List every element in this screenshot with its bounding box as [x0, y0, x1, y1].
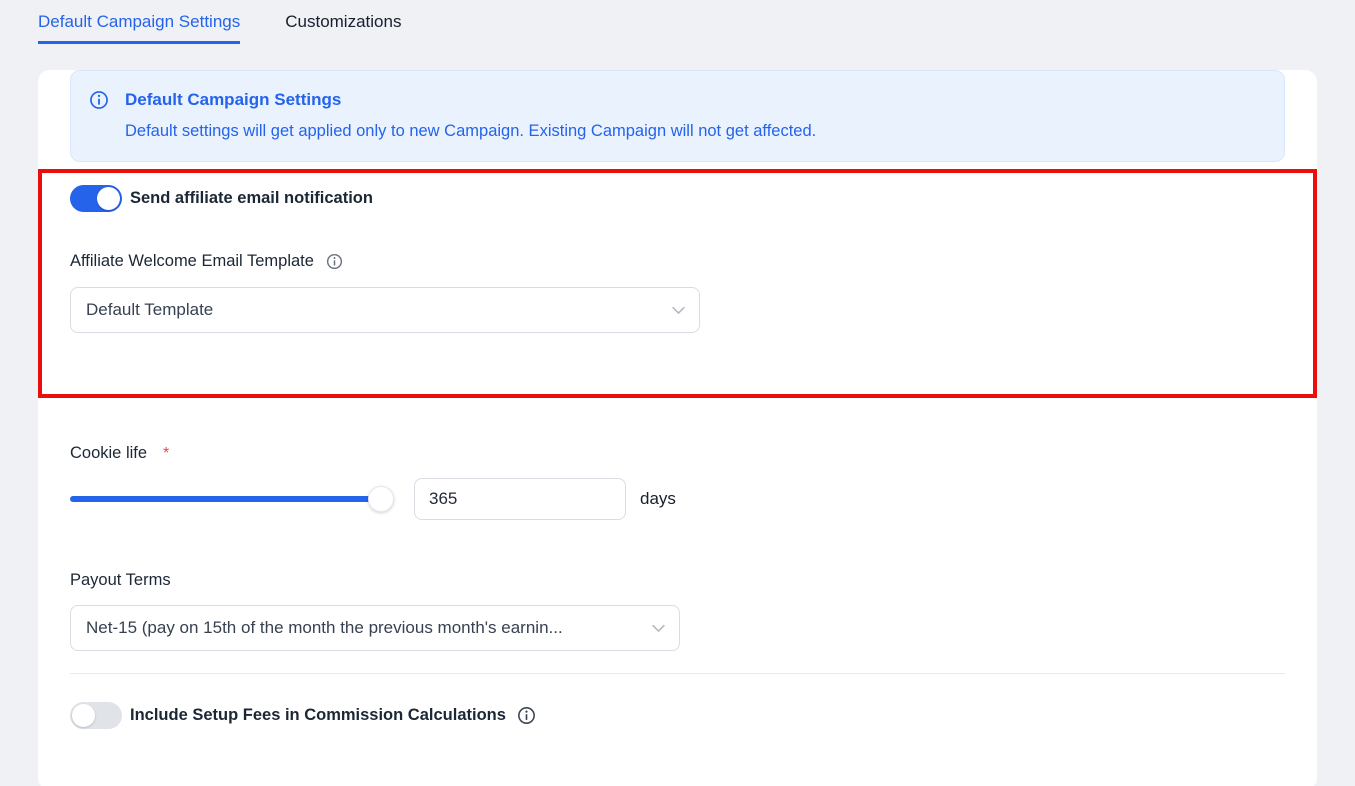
payout-terms-label-row: Payout Terms: [70, 571, 1285, 590]
banner-title: Default Campaign Settings: [125, 90, 341, 110]
template-field-label-row: Affiliate Welcome Email Template: [70, 252, 1285, 271]
setup-fees-toggle-label: Include Setup Fees in Commission Calcula…: [130, 706, 506, 725]
setup-fees-toggle-row: Include Setup Fees in Commission Calcula…: [70, 702, 1285, 729]
setup-fees-toggle[interactable]: [70, 702, 122, 729]
settings-page: Default Campaign Settings Customizations…: [0, 0, 1355, 786]
highlighted-region: Send affiliate email notification Affili…: [38, 169, 1317, 398]
cookie-life-label: Cookie life: [70, 444, 147, 463]
chevron-down-icon: [652, 624, 665, 633]
tab-default-campaign-settings[interactable]: Default Campaign Settings: [38, 12, 240, 44]
cookie-life-label-row: Cookie life *: [70, 444, 1285, 463]
info-banner: Default Campaign Settings Default settin…: [70, 70, 1285, 162]
info-banner-header: Default Campaign Settings: [89, 90, 1260, 110]
send-email-toggle-label: Send affiliate email notification: [130, 189, 373, 208]
setup-fees-info-icon[interactable]: [517, 706, 536, 725]
chevron-down-icon: [672, 306, 685, 315]
cookie-life-unit: days: [640, 489, 676, 509]
send-email-toggle[interactable]: [70, 185, 122, 212]
payout-terms-label: Payout Terms: [70, 571, 171, 590]
template-field-label: Affiliate Welcome Email Template: [70, 252, 314, 271]
toggle-knob: [72, 704, 95, 727]
payout-terms-section: Payout Terms Net-15 (pay on 15th of the …: [38, 571, 1317, 651]
slider-knob[interactable]: [368, 486, 394, 512]
cookie-life-slider-fill: [70, 496, 394, 502]
section-divider: [70, 673, 1285, 674]
template-info-icon[interactable]: [326, 253, 343, 270]
toggle-knob: [97, 187, 120, 210]
setup-fees-section: Include Setup Fees in Commission Calcula…: [38, 702, 1317, 729]
tab-customizations[interactable]: Customizations: [285, 12, 401, 44]
cookie-life-slider[interactable]: [70, 486, 394, 512]
payout-terms-select[interactable]: Net-15 (pay on 15th of the month the pre…: [70, 605, 680, 651]
template-select[interactable]: Default Template: [70, 287, 700, 333]
cookie-life-input[interactable]: [414, 478, 626, 520]
info-icon: [89, 90, 109, 110]
cookie-life-section: Cookie life * days: [38, 444, 1317, 520]
payout-terms-select-value: Net-15 (pay on 15th of the month the pre…: [86, 618, 652, 638]
required-asterisk: *: [163, 445, 169, 463]
tab-bar: Default Campaign Settings Customizations: [0, 0, 1355, 44]
cookie-life-slider-row: days: [70, 478, 1285, 520]
send-email-toggle-row: Send affiliate email notification: [70, 185, 1285, 212]
settings-card: Default Campaign Settings Default settin…: [38, 70, 1317, 786]
banner-description: Default settings will get applied only t…: [125, 122, 1260, 141]
template-select-value: Default Template: [86, 300, 672, 320]
